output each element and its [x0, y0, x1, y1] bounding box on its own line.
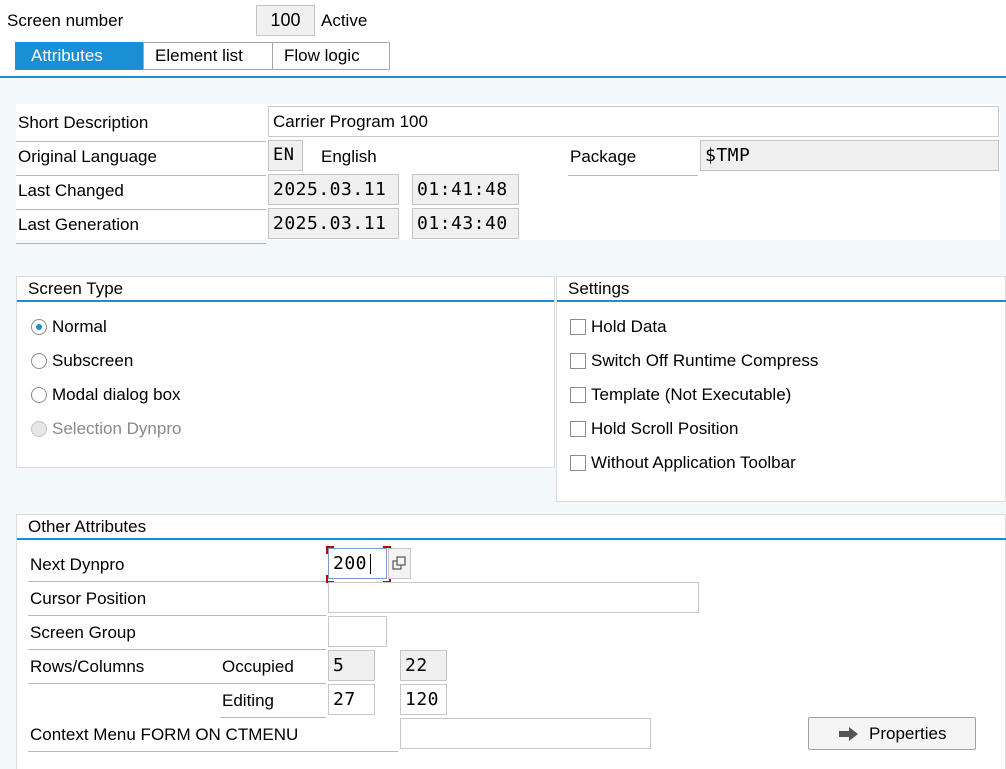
language-name: English — [321, 147, 377, 166]
original-language-label: Original Language — [16, 147, 266, 176]
value-help-icon — [392, 556, 406, 570]
editing-cols-input[interactable]: 120 — [400, 684, 447, 715]
last-generation-label: Last Generation — [16, 215, 266, 244]
last-generation-time-field[interactable]: 01:43:40 — [412, 208, 519, 239]
radio-subscreen-label: Subscreen — [52, 351, 134, 370]
status-label: Active — [321, 11, 368, 30]
checkbox-switch-off-runtime-compress[interactable] — [570, 353, 586, 369]
screen-group-label: Screen Group — [28, 623, 326, 650]
context-menu-input[interactable] — [400, 718, 651, 749]
checkbox-without-app-toolbar[interactable] — [570, 455, 586, 471]
arrow-right-icon — [839, 727, 858, 741]
checkbox-hold-data-label: Hold Data — [591, 317, 667, 336]
properties-button[interactable]: Properties — [808, 717, 976, 750]
package-field[interactable]: $TMP — [700, 140, 999, 171]
screen-type-title-line — [17, 300, 554, 302]
last-changed-time-field[interactable]: 01:41:48 — [412, 174, 519, 205]
radio-modal-dialog[interactable] — [31, 387, 47, 403]
cursor-position-input[interactable] — [328, 582, 699, 613]
tab-attributes[interactable]: Attributes — [15, 42, 143, 70]
occupied-label: Occupied — [222, 657, 294, 676]
radio-normal-label: Normal — [52, 317, 107, 336]
value-help-button[interactable] — [388, 548, 411, 579]
settings-title: Settings — [568, 279, 630, 298]
checkbox-template[interactable] — [570, 387, 586, 403]
screen-type-title: Screen Type — [28, 279, 124, 298]
checkbox-hold-data[interactable] — [570, 319, 586, 335]
focus-corner-tl — [326, 546, 334, 554]
last-generation-date-field[interactable]: 2025.03.11 — [268, 208, 399, 239]
checkbox-switch-off-runtime-compress-label: Switch Off Runtime Compress — [591, 351, 819, 370]
other-attributes-title-line — [17, 538, 1006, 540]
next-dynpro-value: 200 — [333, 553, 368, 574]
next-dynpro-label: Next Dynpro — [28, 555, 326, 582]
context-menu-label: Context Menu FORM ON CTMENU — [28, 725, 398, 752]
last-changed-date-field[interactable]: 2025.03.11 — [268, 174, 399, 205]
tab-element-list[interactable]: Element list — [143, 42, 273, 70]
next-dynpro-input[interactable]: 200 — [328, 548, 387, 579]
settings-title-line — [557, 300, 1006, 302]
radio-selection-dynpro — [31, 421, 47, 437]
checkbox-without-app-toolbar-label: Without Application Toolbar — [591, 453, 796, 472]
properties-button-label: Properties — [869, 724, 947, 743]
last-changed-label: Last Changed — [16, 181, 266, 210]
occupied-cols-field[interactable]: 22 — [400, 650, 447, 681]
editing-label: Editing — [220, 691, 326, 718]
other-attributes-title: Other Attributes — [28, 517, 147, 536]
screen-group-input[interactable] — [328, 616, 387, 647]
checkbox-hold-scroll-position[interactable] — [570, 421, 586, 437]
occupied-rows-field[interactable]: 5 — [328, 650, 375, 681]
short-description-label: Short Description — [16, 113, 266, 142]
editing-rows-input[interactable]: 27 — [328, 684, 375, 715]
screen-type-group — [16, 276, 555, 468]
checkbox-hold-scroll-position-label: Hold Scroll Position — [591, 419, 739, 438]
screen-number-field[interactable]: 100 — [256, 5, 315, 36]
radio-selection-dynpro-label: Selection Dynpro — [52, 419, 182, 438]
tab-flow-logic[interactable]: Flow logic — [272, 42, 390, 70]
radio-normal[interactable] — [31, 319, 47, 335]
cursor-position-label: Cursor Position — [28, 589, 326, 616]
checkbox-template-label: Template (Not Executable) — [591, 385, 792, 404]
radio-subscreen[interactable] — [31, 353, 47, 369]
radio-modal-dialog-label: Modal dialog box — [52, 385, 181, 404]
package-label: Package — [568, 147, 698, 176]
language-code-field[interactable]: EN — [268, 140, 303, 171]
short-description-input[interactable]: Carrier Program 100 — [268, 106, 999, 137]
screen-number-label: Screen number — [7, 11, 124, 30]
rows-columns-text: Rows/Columns — [30, 657, 145, 676]
text-cursor — [370, 554, 371, 574]
